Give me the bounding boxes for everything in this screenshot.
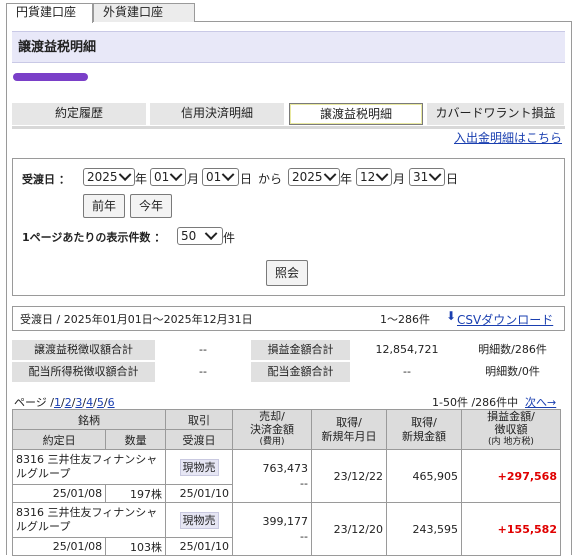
unit-day-label: 日 (240, 172, 253, 186)
chevron-down-icon (222, 168, 235, 182)
summary-label: 譲渡益税徴収額合計 (12, 340, 155, 360)
per-page-unit: 件 (223, 231, 236, 245)
range-count: 1〜286件 (380, 313, 430, 326)
prev-year-button[interactable]: 前年 (83, 194, 125, 218)
tab-yen-account[interactable]: 円貨建口座 (6, 3, 93, 23)
pl-amount: +155,582 (461, 502, 561, 556)
stock-name: 8316 三井住友フィナンシャルグループ (12, 502, 166, 538)
chevron-down-icon (170, 168, 183, 182)
chevron-down-icon (205, 227, 218, 241)
page-link-3[interactable]: 3 (75, 396, 82, 409)
table-row: 8316 三井住友フィナンシャルグループ 現物売 763,473 -- 23/12… (12, 449, 561, 503)
header-trade: 取引 (165, 409, 233, 430)
delivery-date-label: 受渡日 ： (22, 173, 70, 186)
settle-date: 25/01/10 (165, 537, 233, 556)
header-acq-date: 取得/新規年月日 (311, 409, 387, 450)
table-row: 8316 三井住友フィナンシャルグループ 現物売 399,177 -- 23/12… (12, 502, 561, 556)
tab-margin-settlement[interactable]: 信用決済明細 (150, 103, 284, 125)
chevron-down-icon (429, 168, 442, 182)
summary-value: -- (199, 343, 207, 356)
unit-year-label: 年 (340, 172, 353, 186)
header-settle: 受渡日 (165, 429, 233, 450)
from-word: から (258, 172, 283, 186)
pager: ページ /1/2/3/4/5/6 (14, 396, 115, 409)
chevron-down-icon (376, 168, 389, 182)
tab-trade-history[interactable]: 約定履歴 (12, 103, 146, 125)
to-month-select[interactable]: 12 (356, 168, 392, 186)
sell-amount: 763,473 -- (232, 449, 312, 503)
unit-year-label: 年 (135, 172, 148, 186)
next-page-link[interactable]: 次へ→ (525, 394, 556, 410)
to-year-select[interactable]: 2025 (288, 168, 340, 186)
csv-download-link[interactable]: CSVダウンロード (457, 311, 553, 328)
acq-amount: 243,595 (386, 502, 462, 556)
per-page-label: 1ページあたりの表示件数 ： (22, 231, 166, 244)
page-link-6[interactable]: 6 (108, 396, 115, 409)
accent-bar (13, 73, 88, 81)
trade-type: 現物売 (165, 502, 233, 538)
unit-month-label: 月 (393, 172, 406, 186)
trade-date: 25/01/08 (11, 537, 107, 556)
chevron-down-icon (323, 168, 336, 182)
header-sell: 売却/決済金額 (費用) (232, 409, 312, 450)
from-year-select[interactable]: 2025 (83, 168, 135, 186)
to-day-select[interactable]: 31 (409, 168, 445, 186)
summary-label: 配当金額合計 (251, 362, 350, 382)
page-link-2[interactable]: 2 (65, 396, 72, 409)
quantity: 197株 (105, 484, 166, 503)
pager-status: 1-50件 /286件中 (432, 396, 519, 409)
stock-name: 8316 三井住友フィナンシャルグループ (12, 449, 166, 485)
acq-date: 23/12/20 (311, 502, 387, 556)
page-link-4[interactable]: 4 (86, 396, 93, 409)
unit-month-label: 月 (187, 172, 200, 186)
page-link-1[interactable]: 1 (54, 396, 61, 409)
trade-date: 25/01/08 (11, 484, 107, 503)
header-acq-amount: 取得/新規金額 (386, 409, 462, 450)
gains-table: 銘柄 取引 売却/決済金額 (費用) 取得/新規年月日 取得/新規金額 損益金額/… (11, 409, 561, 556)
page-title: 譲渡益税明細 (12, 31, 565, 63)
pager-label: ページ / (14, 396, 54, 409)
page-link-5[interactable]: 5 (97, 396, 104, 409)
download-icon: ⬇ (446, 309, 457, 323)
deposit-withdrawal-link[interactable]: 入出金明細はこちら (454, 129, 562, 146)
settle-date: 25/01/10 (165, 484, 233, 503)
summary-label: 配当所得税徴収額合計 (12, 362, 155, 382)
summary-value: 12,854,721 (375, 343, 439, 356)
tab-capital-gains-tax[interactable]: 譲渡益税明細 (289, 103, 423, 125)
summary-count: 明細数/286件 (478, 343, 547, 356)
per-page-select[interactable]: 50 (177, 227, 223, 245)
unit-day-label: 日 (446, 172, 459, 186)
tab-foreign-account[interactable]: 外貨建口座 (93, 3, 195, 22)
summary-row: 配当所得税徴収額合計 -- 配当金額合計 -- 明細数/0件 (12, 362, 561, 382)
header-date: 約定日 (11, 429, 107, 450)
trade-type: 現物売 (165, 449, 233, 485)
acq-amount: 465,905 (386, 449, 462, 503)
pl-amount: +297,568 (461, 449, 561, 503)
summary-row: 譲渡益税徴収額合計 -- 損益金額合計 12,854,721 明細数/286件 (12, 340, 561, 360)
chevron-down-icon (118, 168, 131, 182)
range-text: 受渡日 / 2025年01月01日〜2025年12月31日 (20, 313, 253, 326)
summary-value: -- (199, 365, 207, 378)
summary-value: -- (403, 365, 411, 378)
tab-covered-warrant[interactable]: カバードワラント損益 (427, 103, 564, 125)
header-qty: 数量 (105, 429, 166, 450)
header-pl: 損益金額/徴収額 (内 地方税) (461, 409, 561, 450)
summary-label: 損益金額合計 (251, 340, 350, 360)
submit-button[interactable]: 照会 (266, 260, 308, 286)
from-month-select[interactable]: 01 (150, 168, 186, 186)
quantity: 103株 (105, 537, 166, 556)
header-name: 銘柄 (12, 409, 166, 430)
summary-count: 明細数/0件 (485, 365, 540, 378)
this-year-button[interactable]: 今年 (130, 194, 172, 218)
acq-date: 23/12/22 (311, 449, 387, 503)
from-day-select[interactable]: 01 (202, 168, 239, 186)
sell-amount: 399,177 -- (232, 502, 312, 556)
